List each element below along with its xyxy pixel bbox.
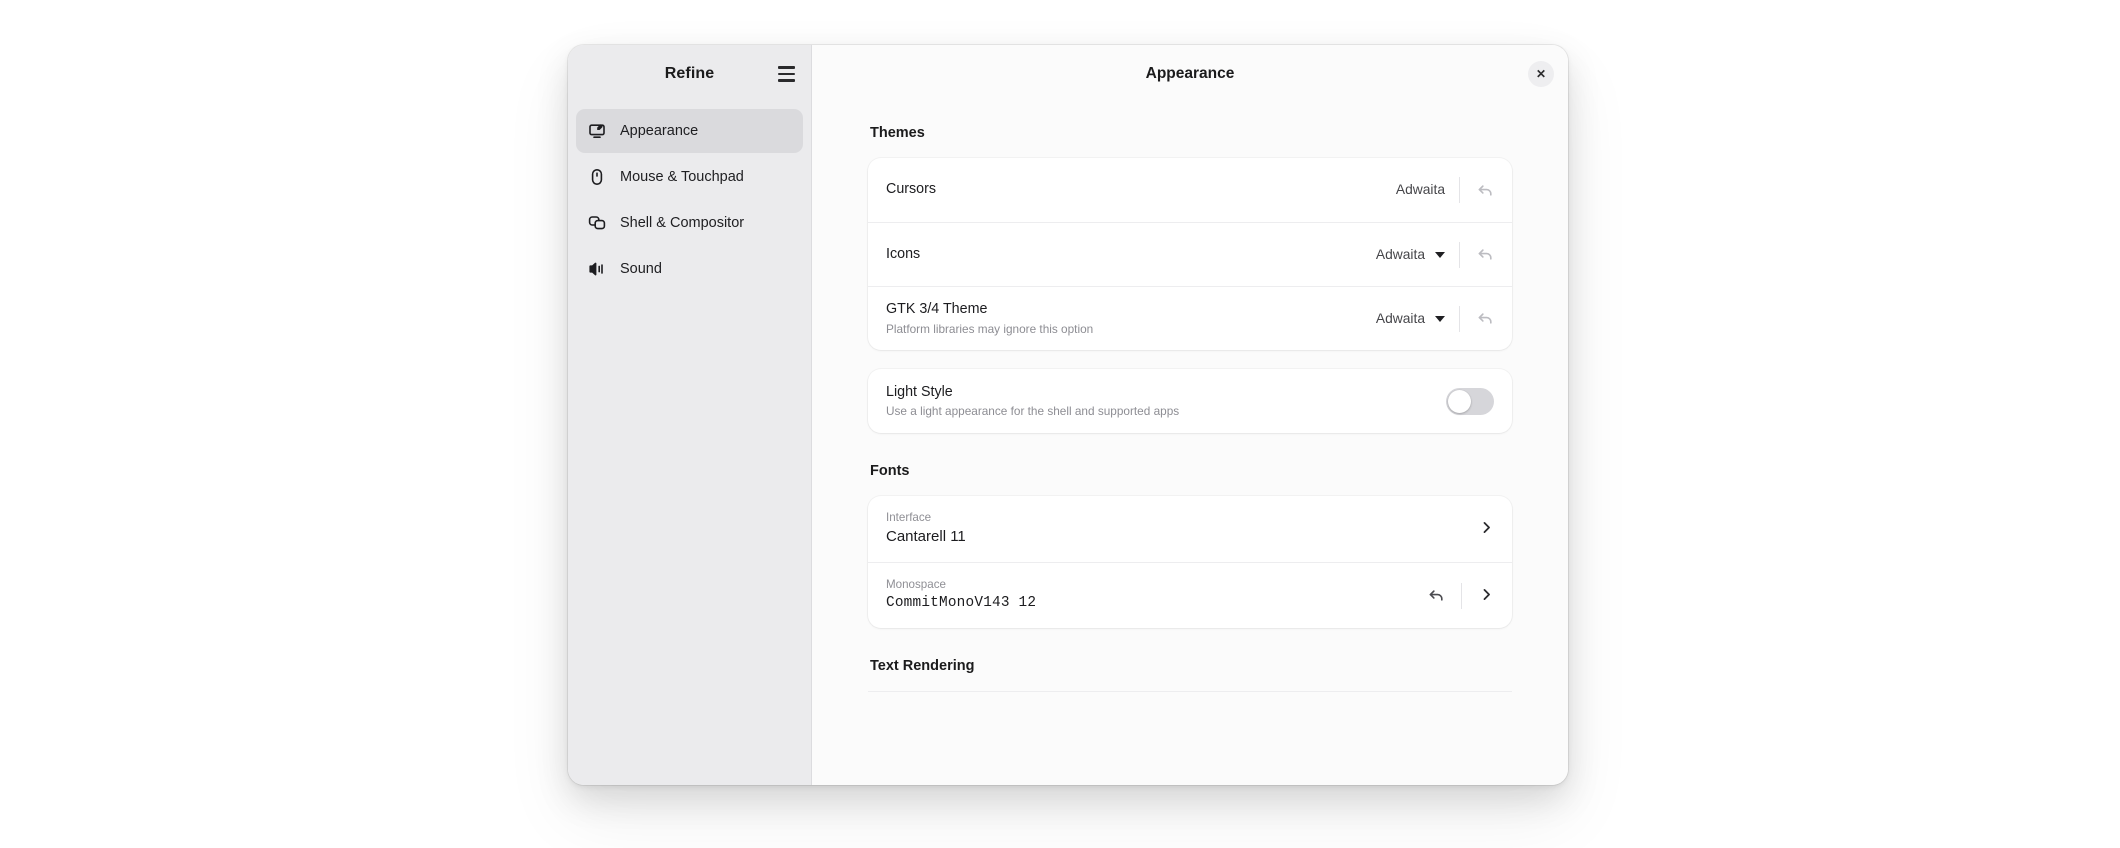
row-title: Light Style [886,383,953,400]
themes-card: Cursors Adwaita Icons Adwaita GTK 3/4 Th… [868,158,1512,350]
icons-theme-dropdown[interactable]: Adwaita [1370,243,1457,266]
close-icon[interactable]: ✕ [1528,61,1554,87]
row-icons[interactable]: Icons Adwaita [868,222,1512,286]
row-text: GTK 3/4 Theme Platform libraries may ign… [886,301,1370,335]
hamburger-line-3 [777,79,795,82]
sidebar-item-label: Sound [620,261,662,277]
sidebar-header: Refine [568,45,811,103]
chevron-right-icon [1478,519,1495,539]
section-text-rendering: Text Rendering [868,658,1512,692]
sidebar: Refine Appearance Mouse & Touchpad Shell… [568,45,812,785]
light-style-toggle[interactable] [1446,387,1494,415]
interface-font-open-button[interactable] [1464,508,1508,550]
cursors-value-display[interactable]: Adwaita [1390,177,1457,203]
mouse-icon [588,168,606,186]
sidebar-item-mouse-touchpad[interactable]: Mouse & Touchpad [576,155,803,199]
row-text: Light Style Use a light appearance for t… [886,384,1446,418]
undo-arrow-icon [1427,586,1446,605]
section-fonts: Fonts Interface Cantarell 11 Monospace C… [868,463,1512,628]
row-text: Icons [886,246,1370,263]
content-pane: Appearance ✕ Themes Cursors Adwaita Icon… [812,45,1568,785]
sidebar-item-label: Appearance [620,123,699,139]
sidebar-item-label: Mouse & Touchpad [620,169,744,185]
font-value: Cantarell 11 [886,528,966,546]
app-title: Refine [664,65,715,82]
font-texts: Interface Cantarell 11 [886,511,1464,547]
sidebar-item-appearance[interactable]: Appearance [576,109,803,153]
section-title-text-rendering: Text Rendering [870,658,975,674]
row-controls: Adwaita [1390,170,1508,210]
light-style-card: Light Style Use a light appearance for t… [868,369,1512,433]
page-title: Appearance [1145,65,1235,82]
row-interface-font[interactable]: Interface Cantarell 11 [868,496,1512,562]
row-title: GTK 3/4 Theme [886,301,988,318]
row-title: Icons [886,245,921,262]
toggle-knob [1448,389,1471,413]
reset-gtk-theme-button[interactable] [1462,299,1508,339]
row-cursors[interactable]: Cursors Adwaita [868,158,1512,222]
separator [1459,241,1460,268]
separator [1459,305,1460,332]
hamburger-menu-icon[interactable] [769,57,803,91]
section-title-fonts: Fonts [870,463,910,479]
row-controls: Adwaita [1370,299,1508,339]
section-themes: Themes Cursors Adwaita Icons Adwaita GTK… [868,125,1512,433]
sidebar-item-label: Shell & Compositor [620,215,745,231]
row-gtk-theme[interactable]: GTK 3/4 Theme Platform libraries may ign… [868,286,1512,350]
font-texts: Monospace CommitMonoV143 12 [886,578,1413,613]
sidebar-item-shell-compositor[interactable]: Shell & Compositor [576,201,803,245]
monospace-font-open-button[interactable] [1464,575,1508,617]
row-monospace-font[interactable]: Monospace CommitMonoV143 12 [868,562,1512,628]
refine-settings-window: Refine Appearance Mouse & Touchpad Shell… [568,45,1568,785]
separator [1461,582,1462,609]
reset-cursors-button[interactable] [1462,170,1508,210]
reset-monospace-font-button[interactable] [1413,576,1459,616]
row-subtitle: Platform libraries may ignore this optio… [886,321,1094,336]
fonts-card: Interface Cantarell 11 Monospace CommitM… [868,496,1512,628]
value-text: Adwaita [1375,247,1425,262]
value-text: Adwaita [1375,311,1425,326]
undo-arrow-icon [1476,309,1495,328]
display-appearance-icon [588,122,606,140]
font-label: Interface [886,511,932,524]
gtk-theme-dropdown[interactable]: Adwaita [1370,307,1457,330]
reset-icons-button[interactable] [1462,235,1508,275]
row-controls [1446,387,1508,415]
chevron-down-icon [1435,251,1445,258]
windows-stack-icon [588,214,606,232]
undo-arrow-icon [1476,181,1495,200]
desktop-background: Refine Appearance Mouse & Touchpad Shell… [0,0,2120,848]
content-header: Appearance ✕ [812,45,1568,103]
separator [1459,177,1460,203]
value-text: Adwaita [1395,182,1445,197]
row-subtitle: Use a light appearance for the shell and… [886,404,1180,418]
hamburger-line-2 [777,72,795,76]
row-text: Cursors [886,181,1390,198]
close-glyph: ✕ [1535,67,1547,81]
undo-arrow-icon [1476,245,1495,264]
section-title-themes: Themes [870,125,925,141]
row-light-style[interactable]: Light Style Use a light appearance for t… [868,369,1512,433]
speaker-icon [588,260,606,278]
section-rule [868,691,1512,692]
row-controls: Adwaita [1370,235,1508,275]
chevron-right-icon [1478,586,1495,606]
row-title: Cursors [886,181,937,198]
hamburger-line-1 [777,66,795,69]
sidebar-item-sound[interactable]: Sound [576,247,803,291]
chevron-down-icon [1435,315,1445,322]
settings-scroll-area[interactable]: Themes Cursors Adwaita Icons Adwaita GTK… [812,103,1568,785]
sidebar-nav-list: Appearance Mouse & Touchpad Shell & Comp… [568,103,811,291]
font-label: Monospace [886,577,946,591]
font-value: CommitMonoV143 12 [886,595,1037,612]
